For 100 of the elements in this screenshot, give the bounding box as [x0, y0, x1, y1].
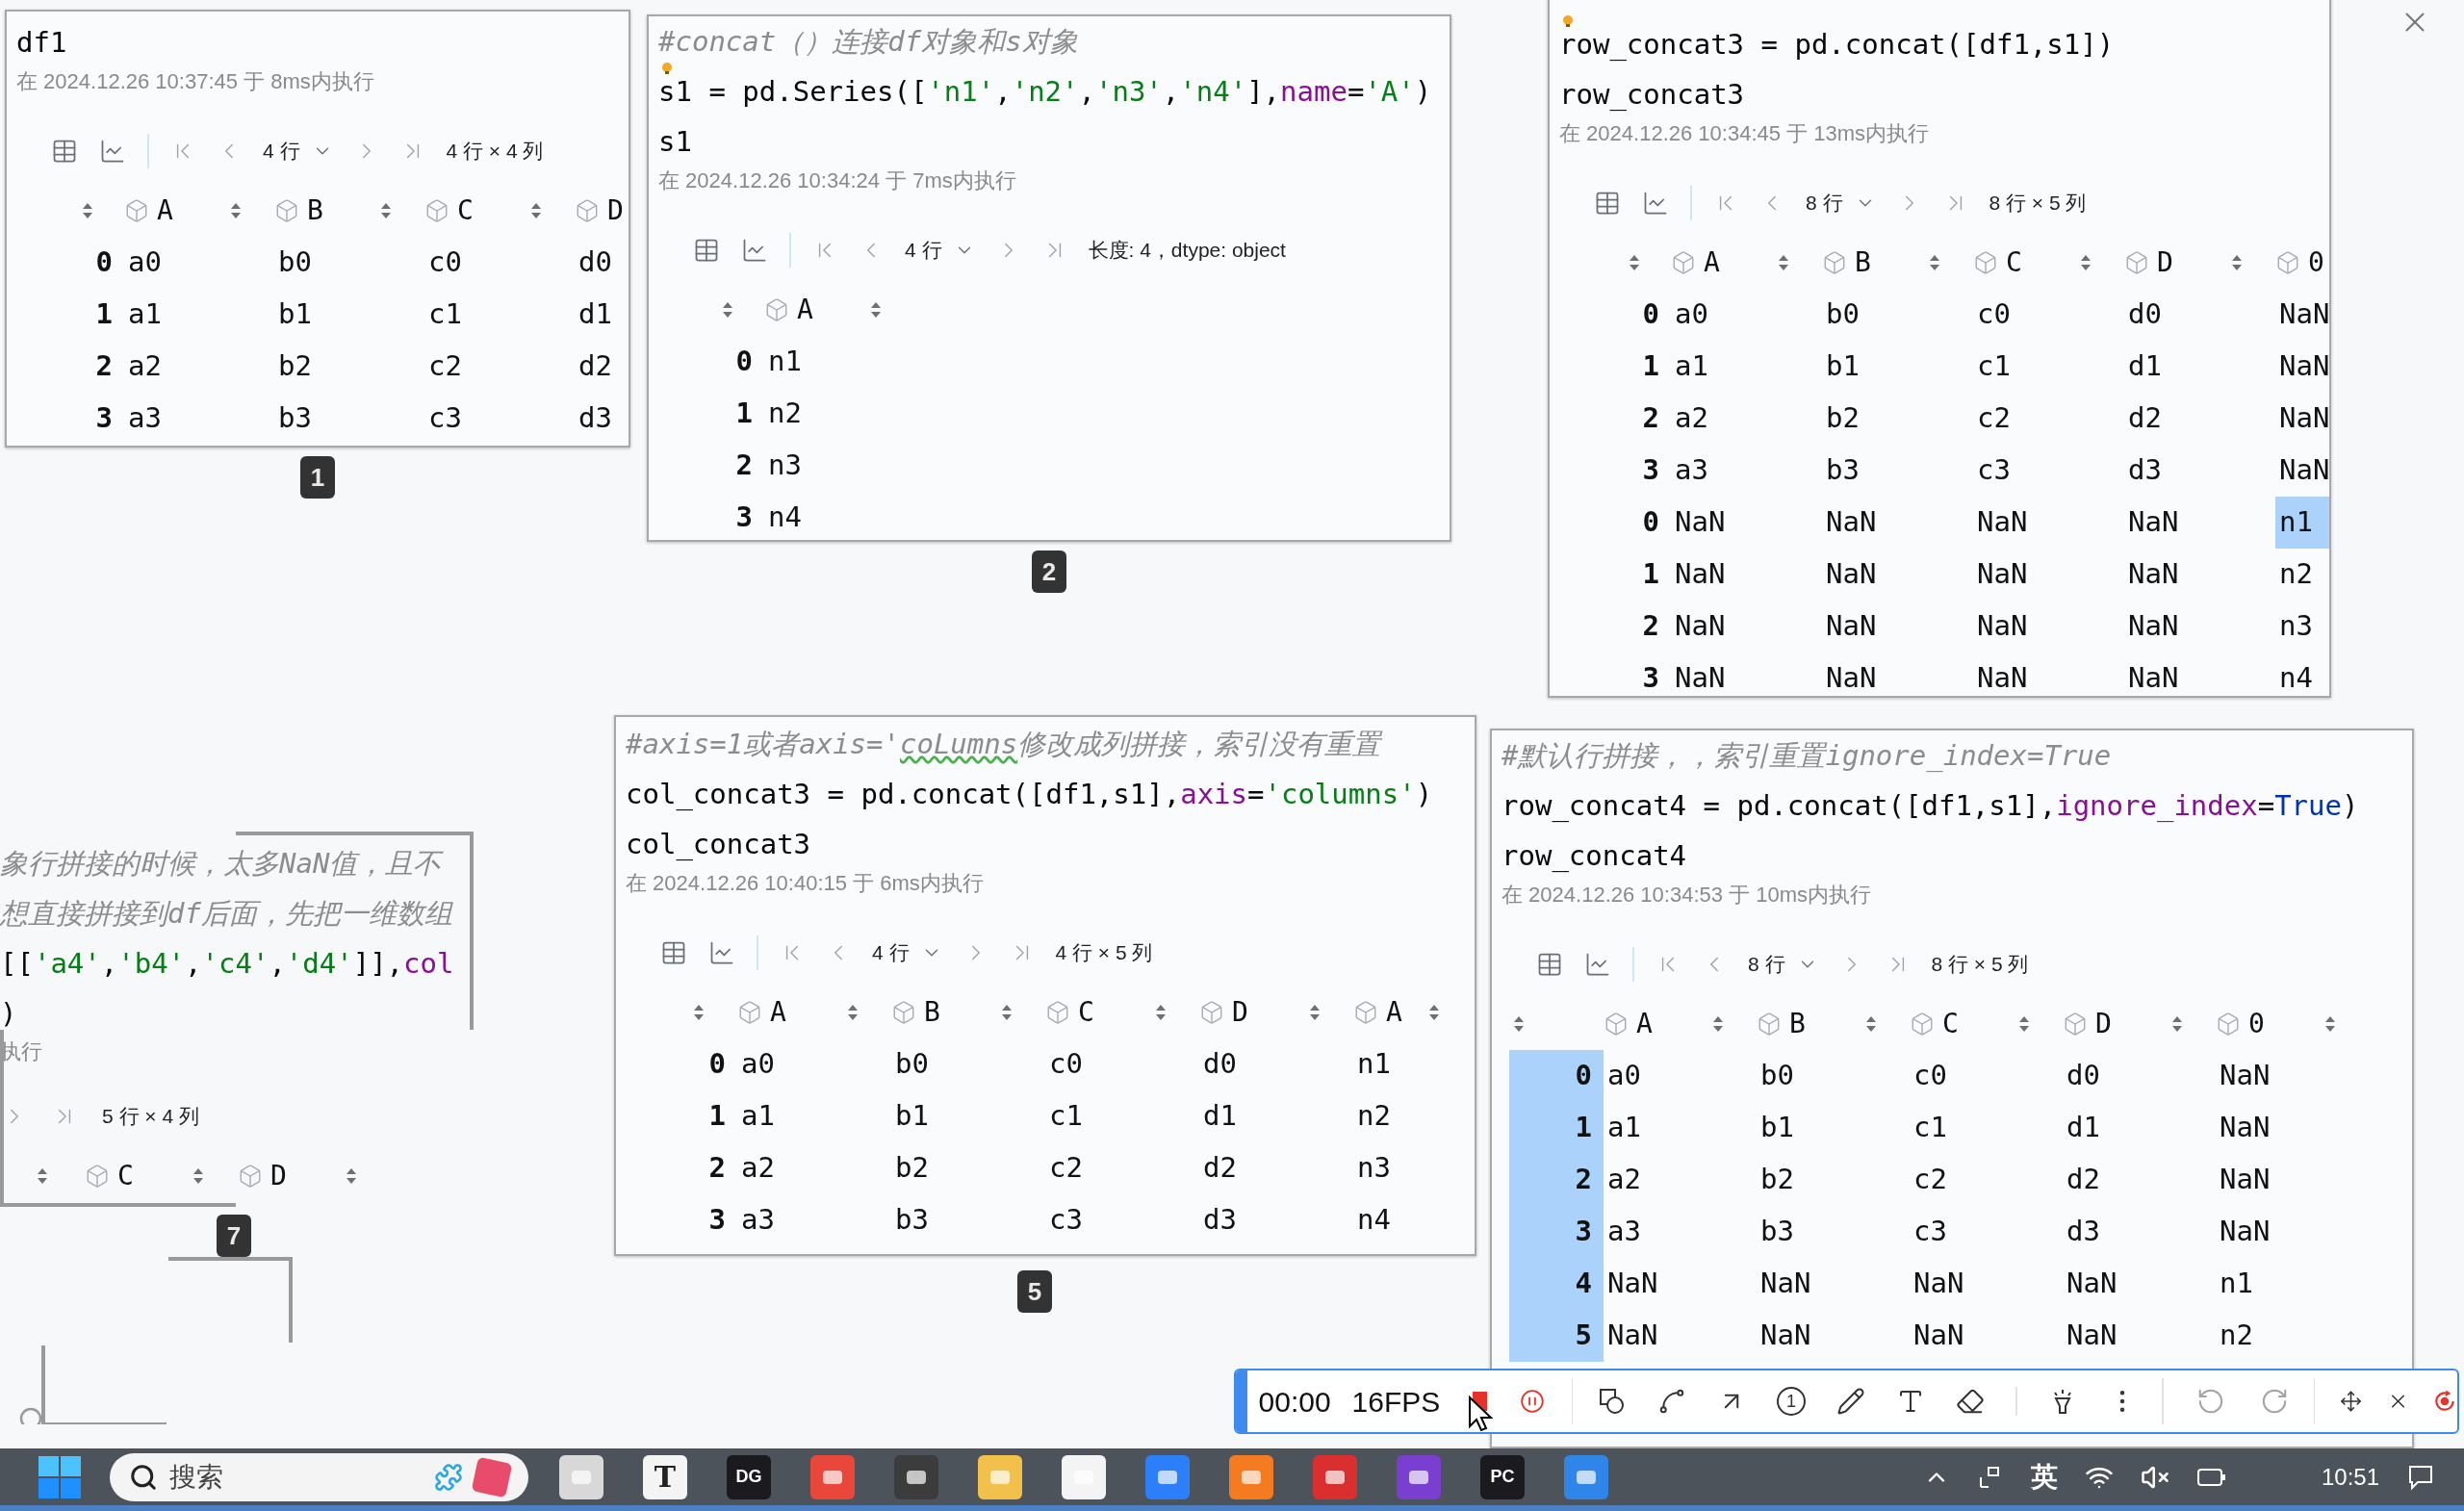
column-header[interactable]: D	[270, 1156, 287, 1196]
column-header[interactable]: 0	[2248, 1004, 2265, 1044]
chart-view-icon[interactable]	[1642, 190, 1669, 217]
chart-view-icon[interactable]	[741, 237, 768, 264]
chart-view-icon[interactable]	[99, 138, 126, 165]
table-cell-text: NaN	[1976, 556, 2029, 593]
sort-icon[interactable]	[192, 1167, 204, 1185]
sort-icon[interactable]	[2080, 254, 2092, 271]
sort-icon[interactable]	[1712, 1015, 1724, 1033]
search-input[interactable]: 搜索	[169, 1456, 381, 1498]
sort-icon[interactable]	[1929, 254, 1940, 271]
column-header[interactable]: 0	[2308, 243, 2324, 283]
app-icon[interactable]: PC	[1480, 1454, 1525, 1499]
column-type-icon	[124, 198, 149, 223]
app-icon[interactable]	[1313, 1454, 1357, 1499]
column-header[interactable]: A	[1636, 1004, 1653, 1044]
table-cell-text: NaN	[1825, 660, 1878, 696]
sort-icon[interactable]	[1309, 1004, 1321, 1021]
sort-icon[interactable]	[230, 202, 242, 219]
table-view-icon[interactable]	[660, 939, 687, 966]
sort-icon[interactable]	[1778, 254, 1789, 271]
row-index: 4	[1509, 1258, 1604, 1310]
column-header[interactable]: D	[2157, 243, 2173, 283]
table-cell-text: NaN	[2066, 1318, 2118, 1354]
column-header[interactable]: A	[1386, 992, 1402, 1033]
app-icon[interactable]	[894, 1454, 938, 1499]
app-icon[interactable]	[810, 1454, 855, 1499]
app-icon[interactable]: T	[643, 1454, 687, 1499]
sort-icon[interactable]	[722, 301, 733, 319]
sort-icon[interactable]	[870, 301, 882, 319]
rows-per-page-dropdown[interactable]: 4 行	[263, 136, 333, 166]
input-method-indicator[interactable]: 英	[2030, 1456, 2058, 1498]
sort-icon[interactable]	[1155, 1004, 1167, 1021]
app-icon[interactable]	[1397, 1454, 1441, 1499]
rows-per-page-dropdown[interactable]: 8 行	[1806, 188, 1876, 218]
column-header[interactable]: C	[1078, 992, 1094, 1033]
sort-icon[interactable]	[1428, 1004, 1440, 1021]
rows-per-page-dropdown[interactable]: 4 行	[872, 937, 942, 968]
column-header[interactable]: A	[1704, 243, 1720, 283]
table-cell-text: c2	[1048, 1150, 1084, 1187]
column-header[interactable]: C	[1942, 1004, 1959, 1044]
sort-icon[interactable]	[2171, 1015, 2183, 1033]
sort-icon[interactable]	[1629, 254, 1640, 271]
column-header[interactable]: D	[1232, 992, 1248, 1033]
chart-view-icon[interactable]	[708, 939, 735, 966]
sort-icon[interactable]	[380, 202, 392, 219]
column-header[interactable]: B	[924, 992, 940, 1033]
eraser-icon[interactable]	[1956, 1387, 1986, 1416]
rows-per-page-dropdown[interactable]: 4 行	[905, 235, 975, 266]
search-bar[interactable]: 搜索	[110, 1452, 528, 1501]
clock-time[interactable]: 10:51	[2321, 1459, 2379, 1495]
column-header[interactable]: C	[117, 1156, 134, 1196]
column-header[interactable]: A	[797, 290, 813, 330]
app-icon[interactable]	[1062, 1454, 1106, 1499]
table-view-icon[interactable]	[1536, 951, 1563, 978]
sort-icon[interactable]	[82, 202, 93, 219]
column-header[interactable]: D	[2095, 1004, 2112, 1044]
number-marker-tool[interactable]: 1	[1777, 1387, 1807, 1416]
app-icon[interactable]	[559, 1454, 603, 1499]
table-cell-text: b3	[277, 400, 313, 437]
toolbar-grip[interactable]	[1236, 1370, 1247, 1432]
column-header[interactable]: C	[457, 191, 474, 231]
sort-icon[interactable]	[693, 1004, 705, 1021]
sort-icon[interactable]	[2018, 1015, 2030, 1033]
app-icon[interactable]	[1564, 1454, 1608, 1499]
sort-icon[interactable]	[2324, 1015, 2336, 1033]
sort-icon[interactable]	[530, 202, 542, 219]
windows-start-icon[interactable]	[38, 1455, 81, 1498]
column-header[interactable]: B	[1855, 243, 1871, 283]
column-header[interactable]: D	[607, 191, 624, 231]
lightbulb-icon[interactable]	[661, 63, 673, 74]
table-view-icon[interactable]	[51, 138, 78, 165]
app-icon[interactable]	[978, 1454, 1022, 1499]
column-header[interactable]: B	[1789, 1004, 1806, 1044]
lightbulb-icon[interactable]	[1562, 15, 1574, 27]
chart-view-icon[interactable]	[1584, 951, 1611, 978]
rows-per-page-dropdown[interactable]: 8 行	[1748, 949, 1818, 980]
execution-info: 在 2024.12.26 10:40:15 于 6ms内执行	[626, 870, 984, 897]
app-icon[interactable]: DG	[727, 1454, 771, 1499]
sort-icon[interactable]	[2231, 254, 2243, 271]
table-cell-text: d1	[2127, 348, 2163, 385]
sort-icon[interactable]	[1865, 1015, 1877, 1033]
table-cell-text: NaN	[1606, 1318, 1659, 1354]
sort-icon[interactable]	[1513, 1015, 1525, 1033]
row-index: 0	[1641, 504, 1660, 541]
pencil-icon[interactable]	[1836, 1387, 1866, 1416]
table-view-icon[interactable]	[693, 237, 720, 264]
row-index: 3	[707, 1202, 727, 1239]
table-view-icon[interactable]	[1594, 190, 1621, 217]
column-header[interactable]: A	[770, 992, 786, 1033]
sort-icon[interactable]	[1001, 1004, 1013, 1021]
app-icon[interactable]	[1229, 1454, 1273, 1499]
column-header[interactable]: A	[157, 191, 173, 231]
table-cell-text: d0	[578, 244, 613, 281]
column-header[interactable]: C	[2006, 243, 2022, 283]
app-icon[interactable]	[1145, 1454, 1190, 1499]
column-header[interactable]: B	[307, 191, 323, 231]
sort-icon[interactable]	[37, 1167, 48, 1185]
sort-icon[interactable]	[346, 1167, 357, 1185]
sort-icon[interactable]	[847, 1004, 859, 1021]
